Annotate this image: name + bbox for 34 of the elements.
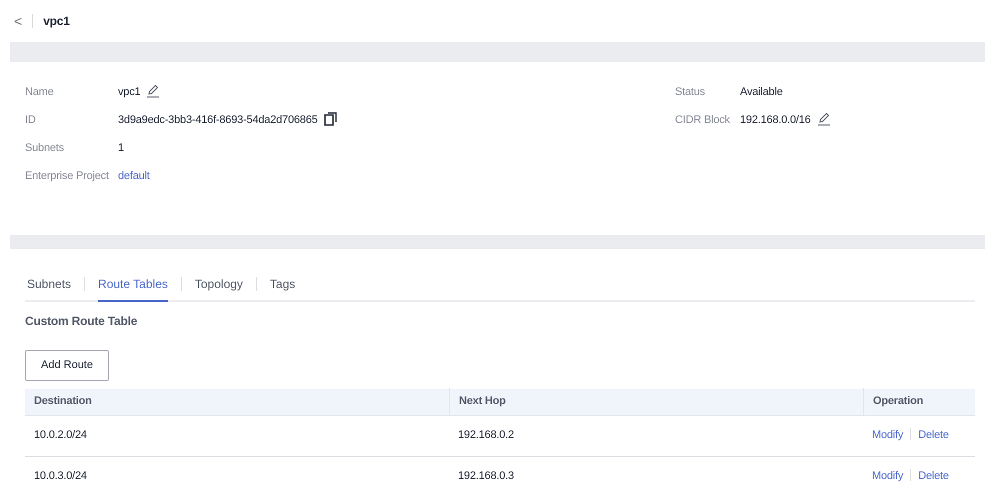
table-cell: 192.168.0.3 bbox=[458, 470, 514, 482]
field-label: Subnets bbox=[25, 141, 65, 156]
copy-icon[interactable] bbox=[324, 112, 337, 126]
page-title: vpc1 bbox=[43, 13, 70, 30]
field-value: vpc1 bbox=[118, 86, 140, 98]
column-header: Destination bbox=[34, 395, 92, 408]
add-route-button[interactable]: Add Route bbox=[25, 350, 109, 380]
field-label: Enterprise Project bbox=[25, 169, 110, 184]
project-link[interactable]: default bbox=[118, 170, 150, 182]
edit-icon[interactable] bbox=[146, 84, 160, 98]
tab[interactable]: Tags bbox=[270, 275, 296, 302]
section-title: Custom Route Table bbox=[25, 313, 138, 330]
field-label: CIDR Block bbox=[675, 113, 731, 128]
tab[interactable]: Subnets bbox=[27, 275, 72, 302]
action-link[interactable]: Delete bbox=[918, 429, 949, 442]
action-link[interactable]: Delete bbox=[918, 470, 949, 482]
table-cell: 10.0.3.0/24 bbox=[34, 470, 87, 482]
tab[interactable]: Route Tables bbox=[98, 275, 168, 302]
field-value: Available bbox=[740, 86, 783, 98]
column-header: Next Hop bbox=[459, 394, 506, 410]
field-label: Name bbox=[25, 85, 55, 100]
field-value: 1 bbox=[118, 142, 124, 154]
action-link[interactable]: Modify bbox=[872, 429, 904, 442]
back-button[interactable]: < bbox=[14, 14, 34, 28]
field-label: ID bbox=[25, 113, 37, 128]
edit-icon[interactable] bbox=[816, 112, 831, 126]
field-value: 192.168.0.0/16 bbox=[740, 114, 811, 126]
table-cell: 10.0.2.0/24 bbox=[34, 429, 87, 442]
column-header: Operation bbox=[873, 394, 924, 410]
action-link[interactable]: Modify bbox=[872, 470, 904, 482]
field-label: Status bbox=[675, 85, 706, 100]
tab[interactable]: Topology bbox=[194, 275, 243, 302]
table-cell: 192.168.0.2 bbox=[458, 429, 514, 442]
field-value: 3d9a9edc-3bb3-416f-8693-54da2d706865 bbox=[118, 114, 318, 126]
